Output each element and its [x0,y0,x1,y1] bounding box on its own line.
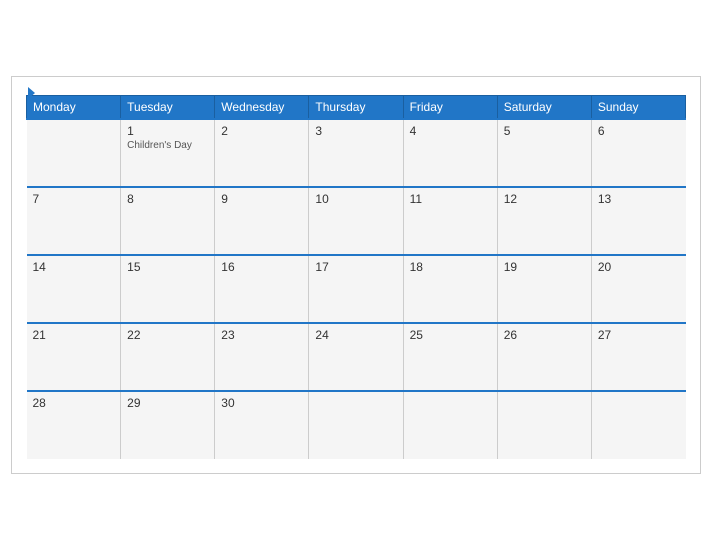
calendar-day-cell: 15 [121,255,215,323]
calendar-table: MondayTuesdayWednesdayThursdayFridaySatu… [26,95,686,459]
calendar-day-cell: 8 [121,187,215,255]
calendar-day-cell: 22 [121,323,215,391]
calendar-day-cell: 19 [497,255,591,323]
day-number: 4 [410,124,491,138]
calendar-week-row: 28 29 30 [27,391,686,459]
day-number: 3 [315,124,396,138]
day-number: 7 [33,192,115,206]
calendar-day-cell: 18 [403,255,497,323]
day-number: 14 [33,260,115,274]
day-number: 6 [598,124,680,138]
calendar-week-row: 21 22 23 24 25 26 27 [27,323,686,391]
calendar-day-cell: 10 [309,187,403,255]
weekday-header: Thursday [309,96,403,120]
calendar-week-row: 789 10 11 12 13 [27,187,686,255]
calendar-day-cell [497,391,591,459]
day-number: 9 [221,192,302,206]
day-number: 1 [127,124,208,138]
calendar-day-cell: 7 [27,187,121,255]
calendar-day-cell: 12 [497,187,591,255]
calendar-day-cell: 14 [27,255,121,323]
day-number: 16 [221,260,302,274]
day-number: 25 [410,328,491,342]
weekday-header: Tuesday [121,96,215,120]
calendar-day-cell: 6 [591,119,685,187]
calendar-day-cell: 20 [591,255,685,323]
day-number: 19 [504,260,585,274]
day-number: 10 [315,192,396,206]
calendar-day-cell: 4 [403,119,497,187]
logo [26,87,35,99]
day-number: 22 [127,328,208,342]
holiday-label: Children's Day [127,140,208,151]
day-number: 12 [504,192,585,206]
calendar-day-cell: 28 [27,391,121,459]
day-number: 8 [127,192,208,206]
calendar-day-cell: 27 [591,323,685,391]
day-number: 13 [598,192,680,206]
day-number: 29 [127,396,208,410]
logo-triangle-icon [28,87,35,99]
day-number: 24 [315,328,396,342]
day-number: 2 [221,124,302,138]
day-number: 18 [410,260,491,274]
calendar-day-cell: 30 [215,391,309,459]
day-number: 30 [221,396,302,410]
weekday-header: Monday [27,96,121,120]
calendar-day-cell: 13 [591,187,685,255]
calendar-container: MondayTuesdayWednesdayThursdayFridaySatu… [11,76,701,474]
calendar-day-cell [309,391,403,459]
day-number: 17 [315,260,396,274]
day-number: 21 [33,328,115,342]
calendar-day-cell [591,391,685,459]
calendar-day-cell [403,391,497,459]
calendar-day-cell: 21 [27,323,121,391]
calendar-day-cell: 17 [309,255,403,323]
weekday-header: Friday [403,96,497,120]
calendar-day-cell: 26 [497,323,591,391]
day-number: 11 [410,192,491,206]
calendar-day-cell [27,119,121,187]
calendar-day-cell: 5 [497,119,591,187]
logo-blue-text [26,87,35,99]
day-number: 26 [504,328,585,342]
calendar-day-cell: 24 [309,323,403,391]
weekday-header: Saturday [497,96,591,120]
day-number: 23 [221,328,302,342]
day-number: 15 [127,260,208,274]
weekday-header: Wednesday [215,96,309,120]
day-number: 5 [504,124,585,138]
day-number: 20 [598,260,680,274]
calendar-day-cell: 23 [215,323,309,391]
calendar-day-cell: 1 Children's Day [121,119,215,187]
calendar-day-cell: 25 [403,323,497,391]
calendar-week-row: 1 Children's Day 23456 [27,119,686,187]
calendar-day-cell: 9 [215,187,309,255]
calendar-day-cell: 16 [215,255,309,323]
day-number: 27 [598,328,680,342]
weekday-header: Sunday [591,96,685,120]
calendar-week-row: 14 15 16 17 18 19 20 [27,255,686,323]
weekday-header-row: MondayTuesdayWednesdayThursdayFridaySatu… [27,96,686,120]
day-number: 28 [33,396,115,410]
calendar-day-cell: 11 [403,187,497,255]
calendar-day-cell: 29 [121,391,215,459]
calendar-day-cell: 3 [309,119,403,187]
calendar-day-cell: 2 [215,119,309,187]
